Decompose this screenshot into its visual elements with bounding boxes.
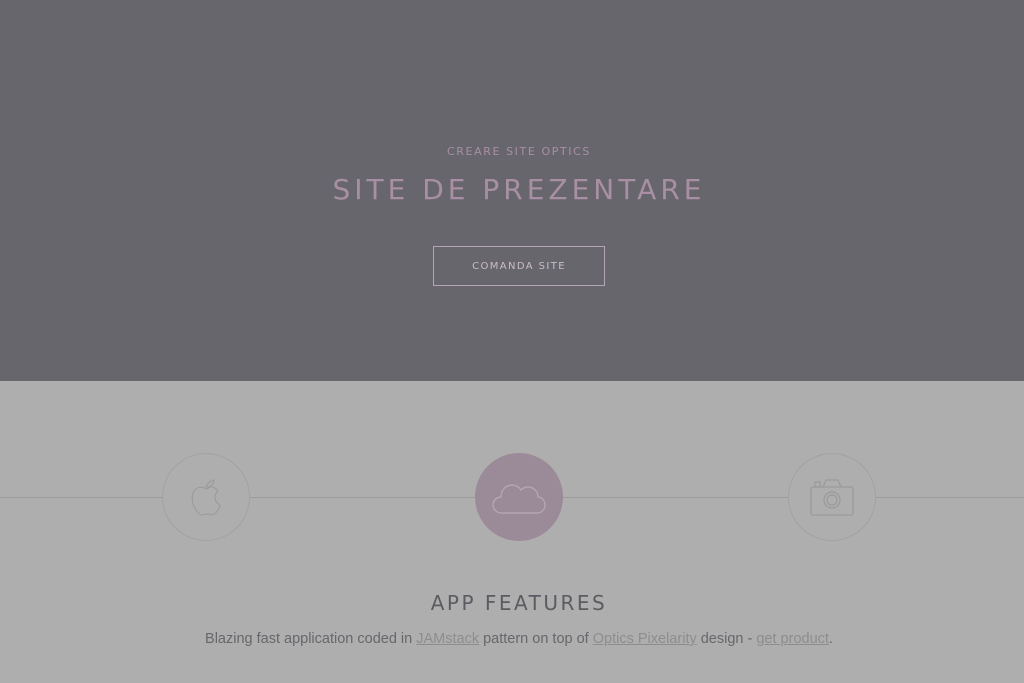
cloud-icon bbox=[492, 484, 546, 514]
features-section: APP FEATURES Blazing fast application co… bbox=[0, 381, 1024, 683]
features-text-part: Blazing fast application coded in bbox=[205, 631, 417, 647]
features-title: APP FEATURES bbox=[430, 591, 608, 615]
optics-pixelarity-link[interactable]: Optics Pixelarity bbox=[593, 631, 697, 647]
hero-section: CREARE SITE OPTICS SITE DE PREZENTARE CO… bbox=[0, 0, 1024, 381]
features-text-part: . bbox=[828, 631, 833, 647]
features-text-part: pattern on top of bbox=[479, 631, 593, 647]
feature-cloud-button[interactable] bbox=[475, 453, 563, 541]
hero-eyebrow: CREARE SITE OPTICS bbox=[447, 145, 591, 158]
get-product-link[interactable]: get product bbox=[756, 631, 829, 647]
jamstack-link[interactable]: JAMstack bbox=[416, 631, 479, 647]
features-description: Blazing fast application coded in JAMsta… bbox=[0, 631, 1024, 647]
camera-icon bbox=[810, 479, 854, 516]
features-text-part: design - bbox=[696, 631, 757, 647]
apple-icon bbox=[191, 479, 221, 516]
hero-title: SITE DE PREZENTARE bbox=[332, 173, 706, 206]
page: CREARE SITE OPTICS SITE DE PREZENTARE CO… bbox=[0, 0, 1024, 683]
order-site-button[interactable]: COMANDA SITE bbox=[433, 246, 605, 286]
feature-camera-button[interactable] bbox=[788, 453, 876, 541]
feature-apple-button[interactable] bbox=[162, 453, 250, 541]
